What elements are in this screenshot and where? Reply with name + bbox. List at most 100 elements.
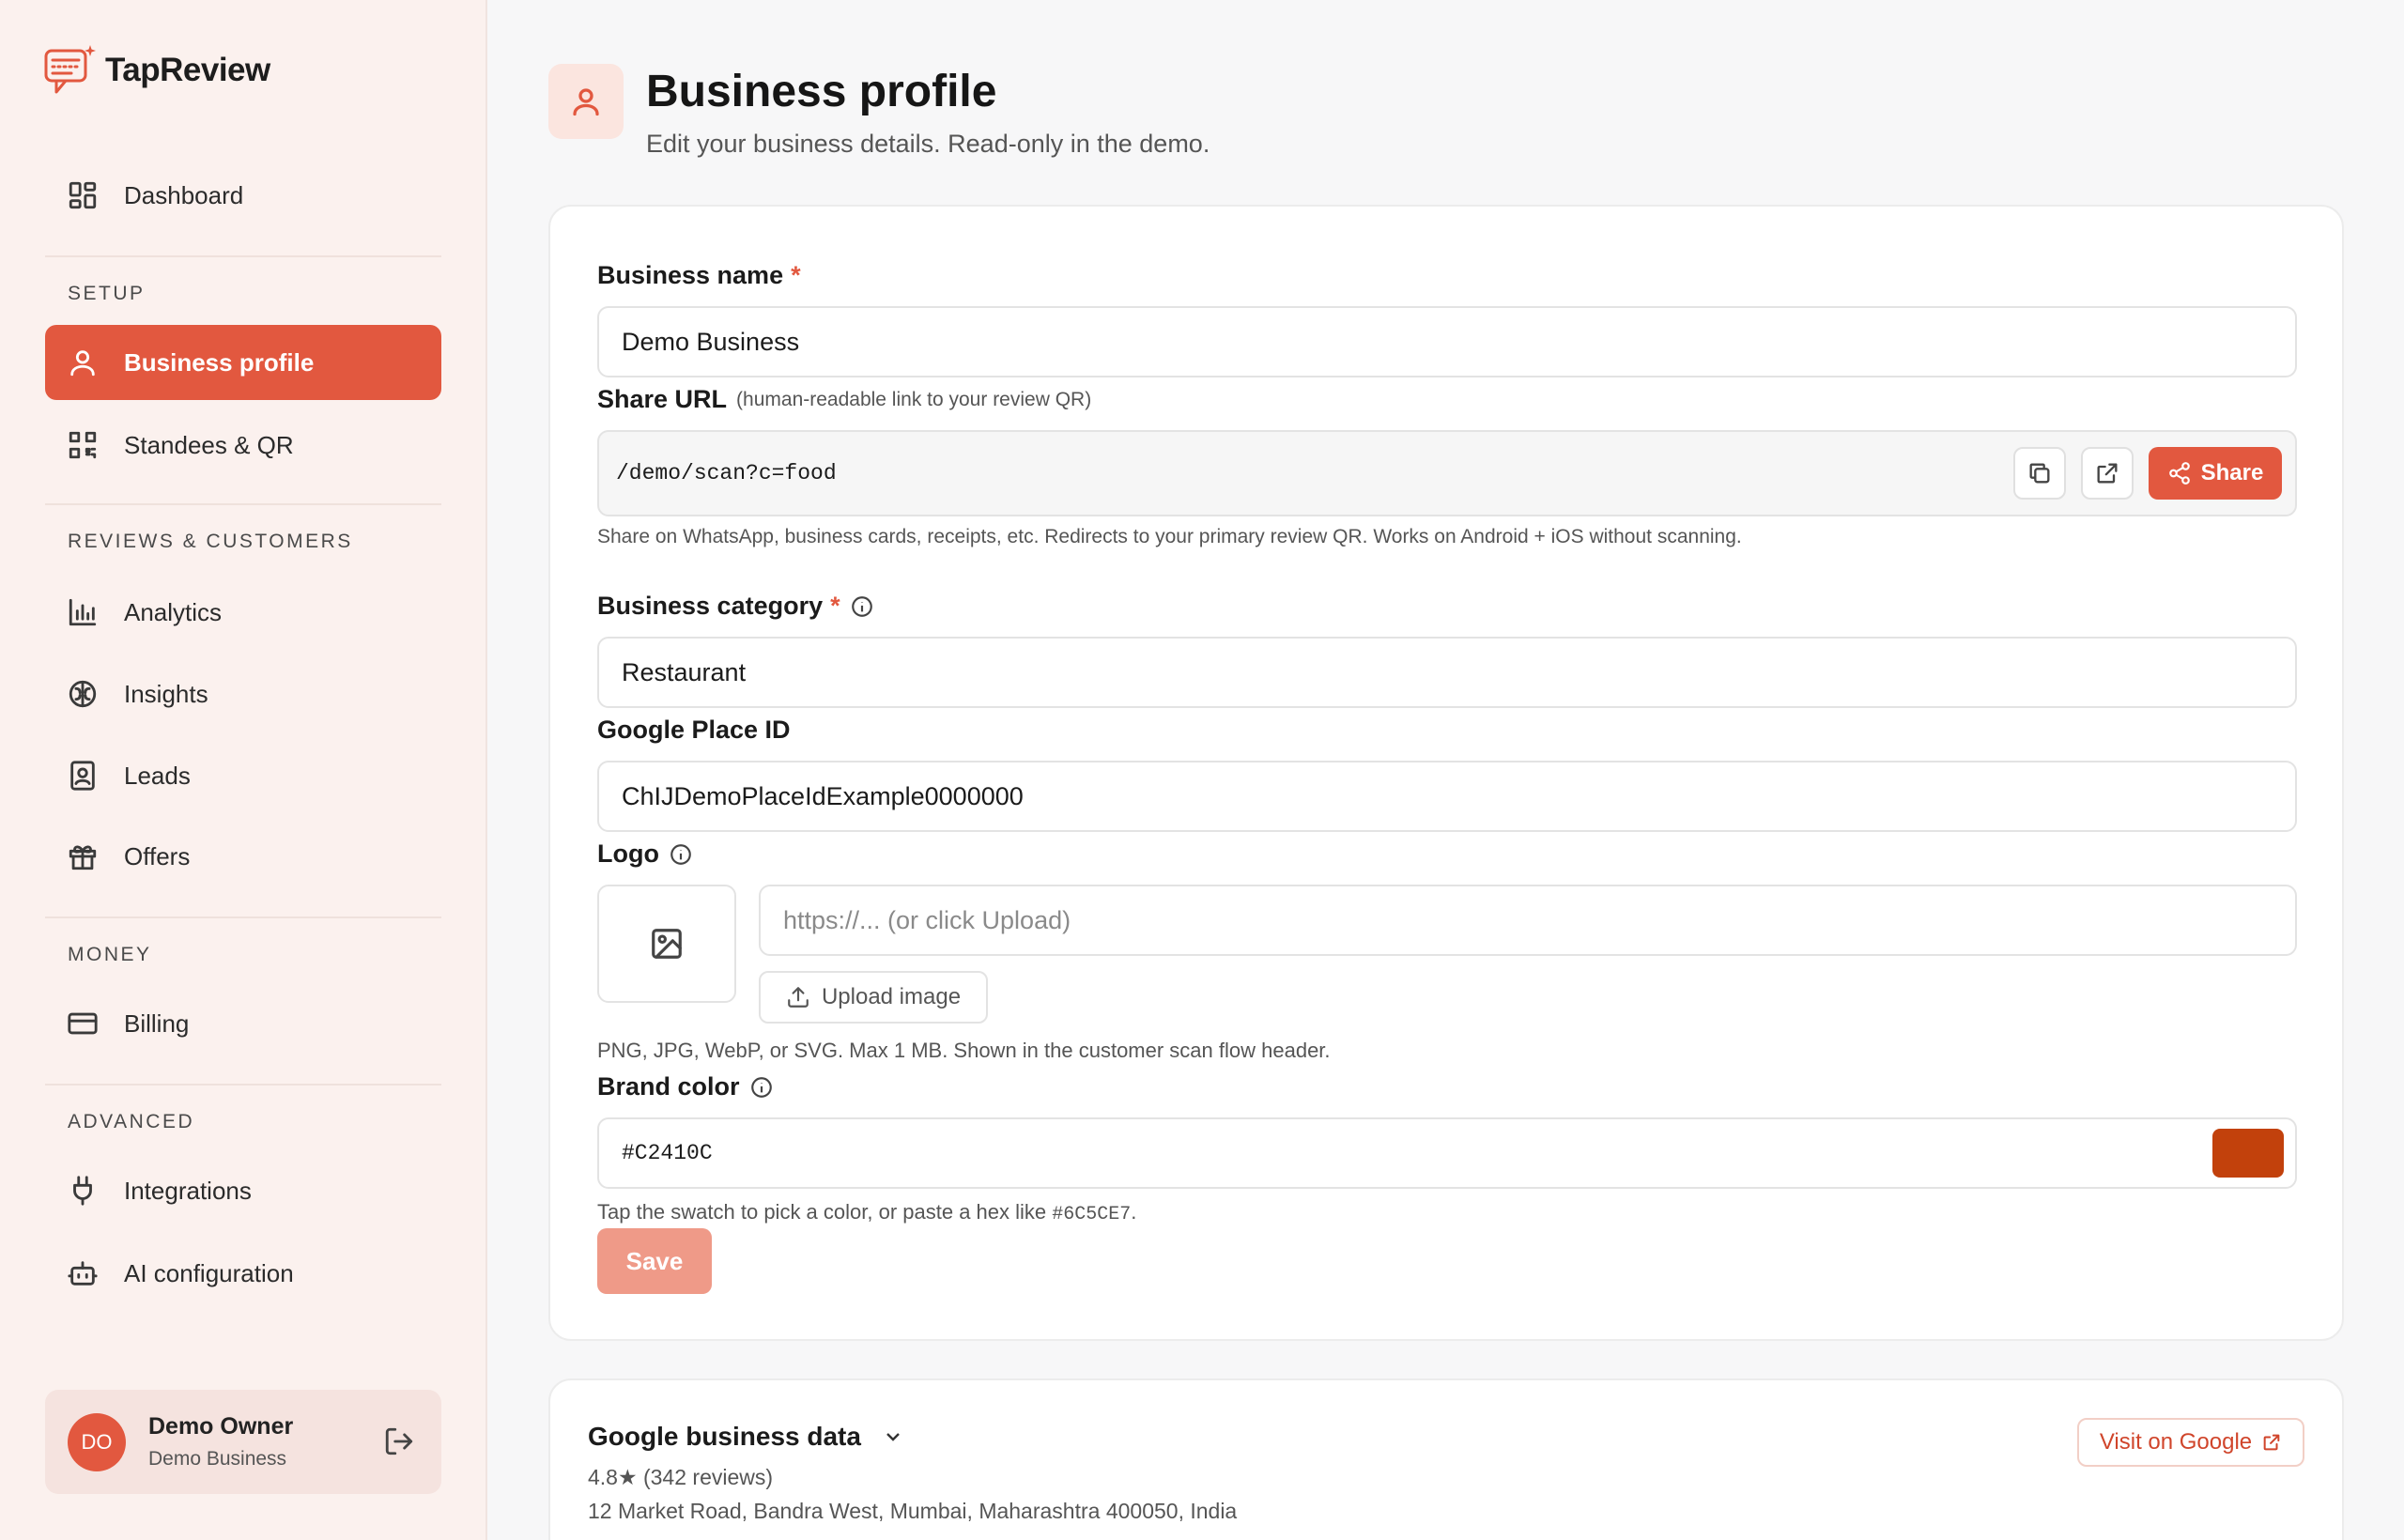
section-label-setup: SETUP	[68, 283, 146, 304]
share-url-help: Share on WhatsApp, business cards, recei…	[597, 526, 1742, 547]
sidebar-item-label: Insights	[124, 679, 208, 708]
qr-code-icon	[64, 426, 101, 464]
help-suffix: .	[1131, 1200, 1137, 1224]
chevron-down-icon	[886, 1433, 900, 1441]
label-text: Business name	[597, 261, 784, 289]
user-info: Demo Owner Demo Business	[148, 1413, 293, 1471]
copy-icon	[2029, 463, 2050, 484]
logo-preview[interactable]	[597, 885, 736, 1003]
sidebar-item-label: AI configuration	[124, 1258, 294, 1287]
google-business-data-card: Google business data 4.8★ (342 reviews) …	[548, 1378, 2344, 1540]
business-profile-form: Business name * Demo Business Share URL …	[548, 205, 2344, 1341]
external-link-icon	[2097, 463, 2118, 484]
tapreview-logo-icon	[44, 45, 96, 94]
sidebar-item-billing[interactable]: Billing	[45, 986, 441, 1061]
save-button[interactable]: Save	[597, 1228, 712, 1294]
image-icon	[652, 929, 682, 959]
external-link-icon	[2263, 1434, 2280, 1451]
section-label-money: MONEY	[68, 944, 152, 965]
logo-label: Logo	[597, 839, 693, 869]
logo-help: PNG, JPG, WebP, or SVG. Max 1 MB. Shown …	[597, 1039, 1331, 1062]
sidebar-item-standees-qr[interactable]: Standees & QR	[45, 408, 441, 483]
sidebar-divider	[45, 255, 441, 257]
logo-url-input[interactable]: https://... (or click Upload)	[759, 885, 2297, 956]
sidebar-item-offers[interactable]: Offers	[45, 819, 441, 894]
app-name: TapReview	[105, 52, 270, 88]
contact-card-icon	[64, 757, 101, 794]
upload-button-label: Upload image	[821, 984, 962, 1009]
logout-button[interactable]	[383, 1425, 417, 1459]
brain-icon	[64, 675, 101, 713]
user-icon	[573, 88, 599, 116]
share-icon	[2168, 462, 2190, 485]
business-category-select[interactable]: Restaurant	[597, 637, 2297, 708]
share-url-label: Share URL (human-readable link to your r…	[597, 385, 1091, 414]
sidebar-item-business-profile[interactable]: Business profile	[45, 325, 441, 400]
upload-icon	[788, 987, 809, 1008]
label-hint: (human-readable link to your review QR)	[736, 388, 1092, 410]
avatar[interactable]: DO	[68, 1412, 126, 1471]
sidebar-item-label: Dashboard	[124, 180, 244, 209]
sidebar-item-analytics[interactable]: Analytics	[45, 575, 441, 650]
user-business: Demo Business	[148, 1448, 287, 1470]
brand-color-value: #C2410C	[622, 1141, 713, 1165]
color-swatch[interactable]	[2212, 1129, 2284, 1178]
app-logo[interactable]: TapReview	[43, 43, 270, 98]
label-text: Business category	[597, 592, 824, 620]
business-name-label: Business name *	[597, 261, 801, 290]
sidebar-item-insights[interactable]: Insights	[45, 656, 441, 732]
label-text: Logo	[597, 839, 659, 868]
visit-button-label: Visit on Google	[2099, 1429, 2253, 1455]
sidebar-item-label: Business profile	[124, 347, 315, 377]
sidebar-item-integrations[interactable]: Integrations	[45, 1153, 441, 1228]
required-mark: *	[791, 261, 801, 289]
section-label-advanced: ADVANCED	[68, 1111, 195, 1132]
copy-button[interactable]	[2013, 447, 2066, 500]
info-icon[interactable]	[669, 842, 693, 867]
user-icon	[64, 344, 101, 381]
brand-color-label: Brand color	[597, 1072, 774, 1101]
share-button-label: Share	[2200, 460, 2264, 485]
label-text: Share URL	[597, 385, 728, 413]
sidebar-item-leads[interactable]: Leads	[45, 738, 441, 813]
sidebar-item-label: Billing	[124, 1009, 190, 1038]
google-place-id-input[interactable]: ChIJDemoPlaceIdExample0000000	[597, 761, 2297, 832]
page-title: Business profile	[646, 67, 997, 116]
credit-card-icon	[64, 1005, 101, 1042]
sidebar: TapReview Dashboard SETUP Business profi…	[0, 0, 487, 1540]
google-address: 12 Market Road, Bandra West, Mumbai, Mah…	[588, 1499, 1238, 1523]
sidebar-item-label: Leads	[124, 761, 191, 790]
page-subtitle: Edit your business details. Read-only in…	[646, 130, 1210, 158]
google-data-title: Google business data	[588, 1422, 861, 1451]
share-button[interactable]: Share	[2149, 447, 2282, 500]
info-icon[interactable]	[850, 594, 874, 619]
section-label-reviews: REVIEWS & CUSTOMERS	[68, 531, 353, 552]
business-name-input[interactable]: Demo Business	[597, 306, 2297, 377]
google-data-toggle[interactable]: Google business data	[588, 1422, 904, 1452]
help-example: #6C5CE7	[1052, 1204, 1132, 1225]
bar-chart-icon	[64, 593, 101, 631]
sidebar-item-dashboard[interactable]: Dashboard	[45, 158, 441, 233]
info-icon[interactable]	[749, 1075, 774, 1100]
upload-image-button[interactable]: Upload image	[759, 971, 988, 1024]
gift-icon	[64, 838, 101, 875]
dashboard-icon	[64, 177, 101, 214]
sidebar-item-label: Offers	[124, 841, 191, 870]
google-place-id-label: Google Place ID	[597, 716, 791, 744]
open-link-button[interactable]	[2081, 447, 2134, 500]
sidebar-divider	[45, 916, 441, 918]
sidebar-divider	[45, 1084, 441, 1086]
user-card: DO Demo Owner Demo Business	[45, 1390, 441, 1494]
sidebar-item-label: Integrations	[124, 1176, 252, 1205]
brand-color-input[interactable]: #C2410C	[597, 1117, 2297, 1189]
logout-icon	[385, 1427, 413, 1455]
required-mark: *	[830, 592, 840, 620]
page-header-icon	[548, 64, 624, 139]
google-rating: 4.8★ (342 reviews)	[588, 1465, 774, 1489]
user-name: Demo Owner	[148, 1413, 294, 1440]
label-text: Brand color	[597, 1072, 740, 1101]
visit-on-google-button[interactable]: Visit on Google	[2077, 1418, 2304, 1467]
sidebar-item-label: Standees & QR	[124, 430, 294, 459]
share-url-value: /demo/scan?c=food	[616, 461, 837, 485]
sidebar-item-ai-configuration[interactable]: AI configuration	[45, 1236, 441, 1311]
